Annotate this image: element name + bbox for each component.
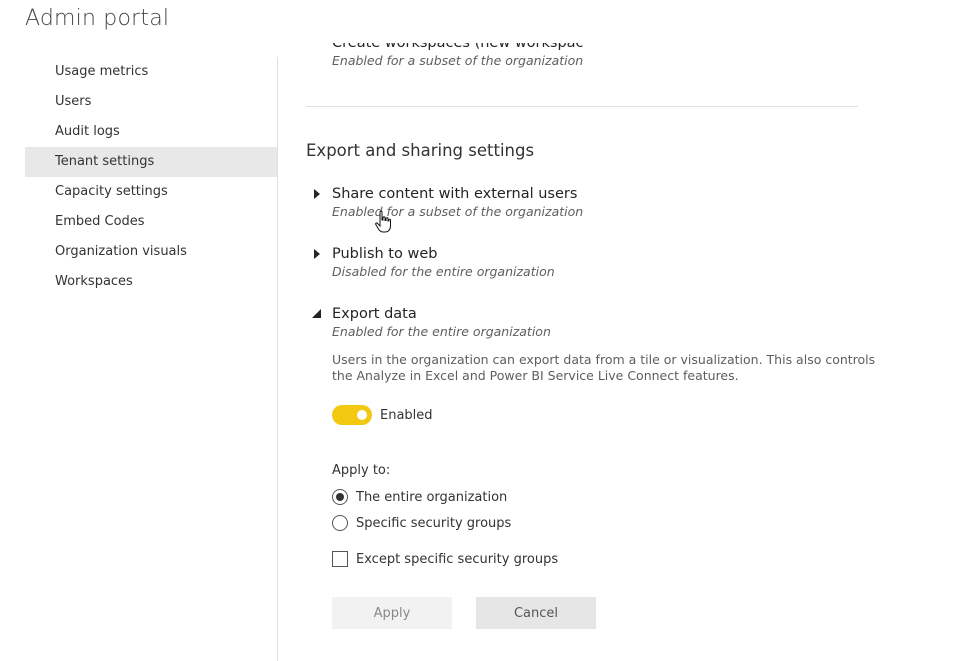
- except-label: Except specific security groups: [356, 551, 559, 567]
- setting-title[interactable]: Export data: [332, 304, 551, 324]
- sidebar: Usage metrics Users Audit logs Tenant se…: [25, 57, 277, 297]
- caret-right-icon[interactable]: [311, 188, 323, 200]
- except-checkbox[interactable]: [332, 551, 348, 567]
- setting-status: Disabled for the entire organization: [332, 264, 555, 279]
- section-divider: [306, 106, 858, 107]
- sidebar-item-tenant-settings[interactable]: Tenant settings: [25, 147, 277, 177]
- enabled-toggle[interactable]: [332, 405, 372, 425]
- caret-down-icon[interactable]: [311, 308, 323, 320]
- setting-status: Enabled for a subset of the organization: [332, 204, 584, 219]
- apply-button[interactable]: Apply: [332, 597, 452, 629]
- sidebar-item-workspaces[interactable]: Workspaces: [25, 267, 277, 297]
- option-entire-organization[interactable]: The entire organization: [332, 489, 507, 505]
- radio-button-checked[interactable]: [332, 489, 348, 505]
- section-title: Export and sharing settings: [306, 141, 535, 160]
- setting-status: Enabled for the entire organization: [332, 324, 551, 339]
- except-security-groups-row[interactable]: Except specific security groups: [332, 551, 558, 567]
- sidebar-item-organization-visuals[interactable]: Organization visuals: [25, 237, 277, 267]
- toggle-label: Enabled: [380, 407, 433, 423]
- sidebar-divider: [277, 57, 278, 661]
- sidebar-item-users[interactable]: Users: [25, 87, 277, 117]
- option-label: The entire organization: [356, 489, 508, 505]
- radio-button[interactable]: [332, 515, 348, 531]
- setting-title[interactable]: Publish to web: [332, 244, 555, 264]
- toggle-knob: [357, 410, 367, 420]
- setting-create-workspaces: Create workspaces (new workspace experie…: [332, 43, 583, 69]
- setting-title: Create workspaces (new workspace experie…: [332, 43, 584, 51]
- setting-title[interactable]: Share content with external users: [332, 184, 583, 204]
- caret-right-icon[interactable]: [311, 248, 323, 260]
- sidebar-item-audit-logs[interactable]: Audit logs: [25, 117, 277, 147]
- hand-pointer-icon: [375, 210, 391, 233]
- setting-status: Enabled for a subset of the organization: [332, 53, 584, 68]
- option-label: Specific security groups: [356, 515, 512, 531]
- apply-to-label: Apply to:: [332, 463, 391, 478]
- setting-title-clipped[interactable]: Create workspaces (new workspace experie…: [332, 43, 583, 53]
- enabled-toggle-row: Enabled: [332, 405, 433, 425]
- settings-content: Create workspaces (new workspace experie…: [306, 0, 886, 661]
- option-specific-security-groups[interactable]: Specific security groups: [332, 515, 511, 531]
- page-title: Admin portal: [25, 6, 170, 31]
- setting-description: Users in the organization can export dat…: [332, 352, 876, 383]
- sidebar-item-embed-codes[interactable]: Embed Codes: [25, 207, 277, 237]
- sidebar-item-capacity-settings[interactable]: Capacity settings: [25, 177, 277, 207]
- sidebar-item-usage-metrics[interactable]: Usage metrics: [25, 57, 277, 87]
- cancel-button[interactable]: Cancel: [476, 597, 596, 629]
